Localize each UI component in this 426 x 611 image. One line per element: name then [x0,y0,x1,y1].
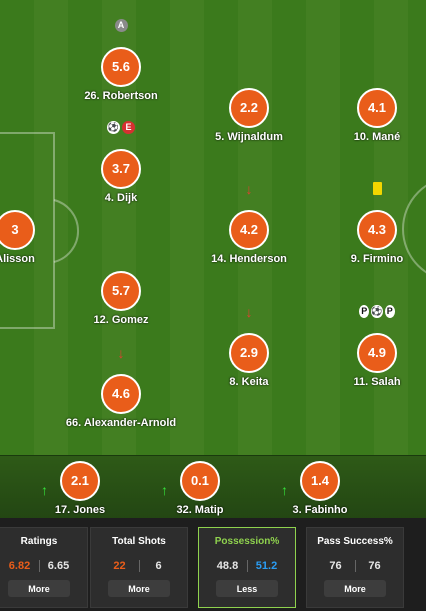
substitute-name: 32. Matip [176,504,224,516]
less-button[interactable]: Less [216,580,278,597]
player-event-icons: ↓ [231,182,267,196]
substitute-rating-badge[interactable]: 2.1 ↑ [41,461,100,501]
player-name: 8. Keita [229,376,269,388]
more-button[interactable]: More [324,580,386,597]
substitute-name: 3. Fabinho [292,504,348,516]
player-rating-badge[interactable]: 3.7 ⚽ E [101,121,141,189]
goal-ball-icon: ⚽ [371,305,383,318]
player-marker[interactable]: 3.7 ⚽ E 4. Dijk [56,121,186,204]
stat-card: Possession% 48.8 51.2 Less [198,527,296,608]
player-name: 26. Robertson [84,90,158,102]
player-rating-badge[interactable]: 4.9 P ⚽ P [357,305,397,373]
more-button[interactable]: More [8,580,70,597]
pitch: 3 Alisson 5.6A 26. Robertson 3.7⚽E 4. Dijk 5.7… [0,0,426,455]
subbed-on-arrow-icon: ↑ [281,482,288,498]
player-rating-badge[interactable]: 4.1 [357,88,397,128]
penalty-icon: P [384,305,395,318]
substitute-marker[interactable]: 0.1 ↑ 32. Matip [135,461,265,516]
stat-title: Pass Success% [317,536,393,547]
player-event-icons: A [103,19,139,33]
substitute-rating-badge[interactable]: 1.4 ↑ [281,461,340,501]
stats-row: Ratings 6.82 6.65 More Total Shots 22 6 More Pos… [0,518,426,611]
player-marker[interactable]: 4.3 9. Firmino [312,182,426,265]
player-rating-badge[interactable]: 5.6 A [101,19,141,87]
player-rating-badge[interactable]: 4.3 [357,182,397,250]
stat-away-value: 6 [155,560,162,572]
player-event-icons: P ⚽ P [359,305,395,319]
captain-badge-icon: A [114,19,128,32]
player-marker[interactable]: 4.1 10. Mané [312,88,426,143]
player-event-icons [359,182,395,196]
stat-title: Possession% [214,536,280,547]
substitute-rating-badge[interactable]: 0.1 ↑ [161,461,220,501]
player-rating-badge[interactable]: 4.2 ↓ [229,182,269,250]
stat-card: Ratings 6.82 6.65 More [0,527,88,608]
player-name: 9. Firmino [350,253,404,265]
stat-home-value: 48.8 [216,560,239,572]
stat-title: Total Shots [112,536,166,547]
player-marker[interactable]: 4.9 P ⚽ P 11. Salah [312,305,426,388]
player-marker[interactable]: 3 Alisson [0,210,80,265]
player-marker[interactable]: 5.7 12. Gomez [56,271,186,326]
player-marker[interactable]: 5.6 A 26. Robertson [56,19,186,102]
stat-away-value: 51.2 [255,560,278,572]
player-name: 10. Mané [353,131,401,143]
stat-home-value: 76 [329,560,342,572]
stat-away-value: 6.65 [47,560,70,572]
more-button[interactable]: More [108,580,170,597]
player-rating-badge[interactable]: 2.9 ↓ [229,305,269,373]
stat-home-value: 22 [113,560,126,572]
yellow-card-icon [372,182,382,195]
player-name: 11. Salah [353,376,401,388]
substitutes-bar: 2.1 ↑ 17. Jones 0.1 ↑ 32. Matip 1.4 ↑ 3. Fabinho [0,455,426,519]
goal-ball-icon: ⚽ [107,121,120,134]
player-marker[interactable]: 2.9 ↓ 8. Keita [184,305,314,388]
substitute-marker[interactable]: 1.4 ↑ 3. Fabinho [255,461,385,516]
stat-values: 22 6 [91,560,187,572]
player-rating-badge[interactable]: 3 [0,210,35,250]
player-name: 5. Wijnaldum [215,131,283,143]
player-marker[interactable]: 4.6 ↓ 66. Alexander-Arnold [56,346,186,429]
stat-values: 76 76 [307,560,403,572]
player-event-icons: ⚽ E [103,121,139,135]
subbed-off-arrow-icon: ↓ [245,304,253,320]
player-rating-badge[interactable]: 2.2 [229,88,269,128]
subbed-off-arrow-icon: ↓ [117,345,125,361]
player-name: 14. Henderson [211,253,287,265]
stat-card: Pass Success% 76 76 More [306,527,404,608]
subbed-on-arrow-icon: ↑ [161,482,168,498]
player-name: 12. Gomez [93,314,149,326]
player-name: 66. Alexander-Arnold [65,417,177,429]
player-marker[interactable]: 4.2 ↓ 14. Henderson [184,182,314,265]
stat-card: Total Shots 22 6 More [90,527,188,608]
stat-values: 48.8 51.2 [199,560,295,572]
stat-home-value: 6.82 [8,560,31,572]
subbed-on-arrow-icon: ↑ [41,482,48,498]
player-name: Alisson [0,253,35,265]
stat-away-value: 76 [368,560,381,572]
penalty-icon: P [359,305,370,318]
stat-values: 6.82 6.65 [0,560,87,572]
error-badge-icon: E [122,121,135,134]
substitute-name: 17. Jones [54,504,106,516]
subbed-off-arrow-icon: ↓ [245,181,253,197]
player-rating-badge[interactable]: 5.7 [101,271,141,311]
player-marker[interactable]: 2.2 5. Wijnaldum [184,88,314,143]
player-rating-badge[interactable]: 4.6 ↓ [101,346,141,414]
substitute-marker[interactable]: 2.1 ↑ 17. Jones [15,461,145,516]
player-name: 4. Dijk [104,192,138,204]
player-event-icons: ↓ [103,346,139,360]
stat-title: Ratings [20,536,58,547]
player-event-icons: ↓ [231,305,267,319]
